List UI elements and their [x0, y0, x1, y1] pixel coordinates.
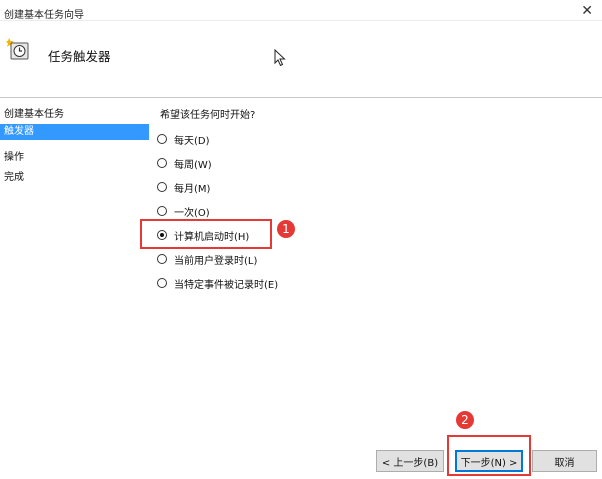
radio-label: 一次(O): [174, 207, 210, 219]
radio-label: 当特定事件被记录时(E): [174, 279, 279, 291]
radio-button-icon[interactable]: [157, 278, 167, 288]
radio-daily[interactable]: 每天(D): [157, 132, 210, 147]
mouse-cursor-icon: [274, 48, 286, 70]
scheduled-task-clock-icon: [6, 37, 30, 61]
next-button[interactable]: 下一步(N) >: [455, 450, 523, 472]
radio-label: 当前用户登录时(L): [174, 255, 258, 267]
back-button[interactable]: < 上一步(B): [376, 450, 444, 472]
radio-button-icon[interactable]: [157, 182, 167, 192]
nav-item-trigger[interactable]: 触发器: [0, 124, 149, 140]
annotation-highlight-box-1: [140, 219, 272, 249]
radio-button-icon[interactable]: [157, 254, 167, 264]
title-divider: [0, 20, 602, 21]
radio-one-time[interactable]: 一次(O): [157, 204, 210, 219]
nav-item-action[interactable]: 操作: [4, 148, 24, 163]
radio-button-icon[interactable]: [157, 206, 167, 216]
radio-button-icon[interactable]: [157, 134, 167, 144]
radio-label: 每天(D): [174, 135, 210, 147]
close-icon[interactable]: ✕: [581, 1, 593, 21]
radio-event-logged[interactable]: 当特定事件被记录时(E): [157, 276, 279, 291]
trigger-question: 希望该任务何时开始?: [160, 110, 256, 121]
header-divider: [0, 97, 602, 98]
radio-label: 每周(W): [174, 159, 212, 171]
nav-item-finish[interactable]: 完成: [4, 168, 24, 183]
nav-item-create-basic-task[interactable]: 创建基本任务: [4, 105, 64, 120]
annotation-badge-1: 1: [277, 220, 295, 238]
radio-button-icon[interactable]: [157, 158, 167, 168]
window-title: 创建基本任务向导: [4, 10, 84, 21]
radio-monthly[interactable]: 每月(M): [157, 180, 211, 195]
radio-label: 每月(M): [174, 183, 211, 195]
radio-user-logon[interactable]: 当前用户登录时(L): [157, 252, 258, 267]
page-title: 任务触发器: [48, 49, 111, 64]
radio-weekly[interactable]: 每周(W): [157, 156, 212, 171]
annotation-badge-2: 2: [456, 411, 474, 429]
cancel-button[interactable]: 取消: [532, 450, 597, 472]
